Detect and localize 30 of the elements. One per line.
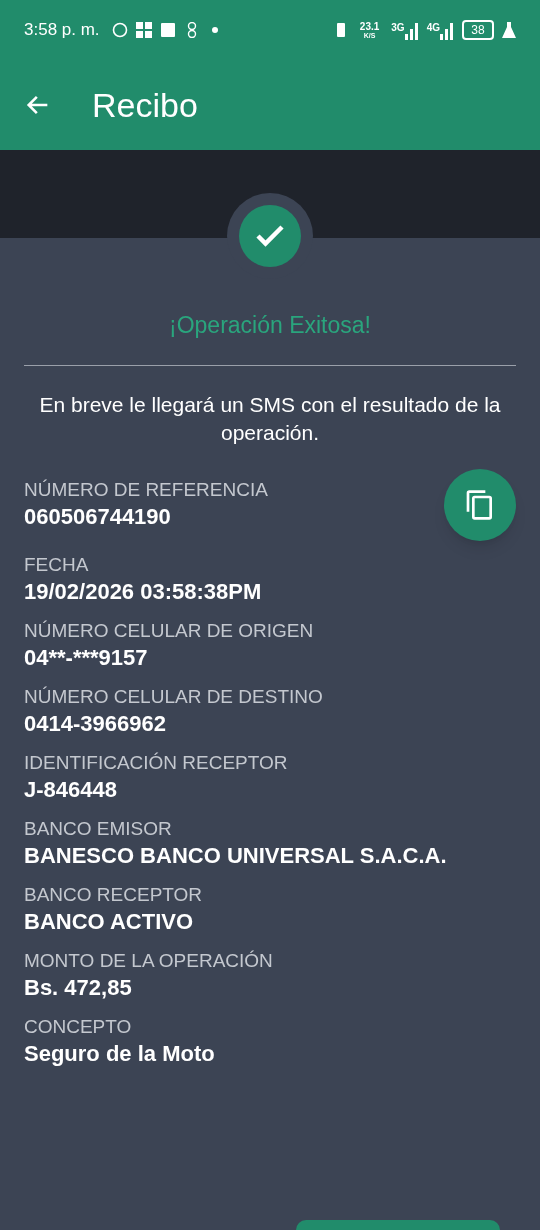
field-label: BANCO EMISOR: [24, 816, 173, 841]
network-label: 4G: [426, 21, 440, 35]
field-value: Bs. 472,85: [24, 973, 133, 1002]
field-value: 19/02/2026 03:58:38PM: [24, 577, 263, 606]
field-value: 0414-3966962: [24, 709, 167, 738]
field-value: BANESCO BANCO UNIVERSAL S.A.C.A.: [24, 841, 448, 870]
flask-icon: [502, 22, 516, 38]
field-value: Seguro de la Moto: [24, 1039, 216, 1068]
field-label: IDENTIFICACIÓN RECEPTOR: [24, 750, 289, 775]
field-label: NÚMERO DE REFERENCIA: [24, 477, 269, 502]
result-title: ¡Operación Exitosa!: [168, 311, 372, 340]
grid-icon: [135, 22, 152, 38]
field-label: CONCEPTO: [24, 1014, 133, 1039]
field-label: NÚMERO CELULAR DE ORIGEN: [24, 618, 315, 643]
field-label: MONTO DE LA OPERACIÓN: [24, 948, 274, 973]
field-value: BANCO ACTIVO: [24, 907, 195, 936]
signal-icon: [404, 20, 419, 40]
status-time: 3:58 p. m.: [24, 19, 100, 42]
field-value: J-846448: [24, 775, 118, 804]
field-value: 060506744190: [24, 502, 172, 531]
field-label: BANCO RECEPTOR: [24, 882, 204, 907]
signal-icon: [440, 20, 454, 40]
battery-icon: 38: [462, 20, 494, 40]
network-label: 3G: [391, 21, 405, 35]
speed-text: 23.1: [359, 21, 380, 32]
page-title: Recibo: [92, 84, 198, 126]
field-value: 04**-***9157: [24, 643, 149, 672]
field-label: NÚMERO CELULAR DE DESTINO: [24, 684, 324, 709]
result-message: En breve le llegará un SMS con el resultado de la operación.: [38, 391, 502, 446]
field-label: FECHA: [24, 552, 90, 577]
